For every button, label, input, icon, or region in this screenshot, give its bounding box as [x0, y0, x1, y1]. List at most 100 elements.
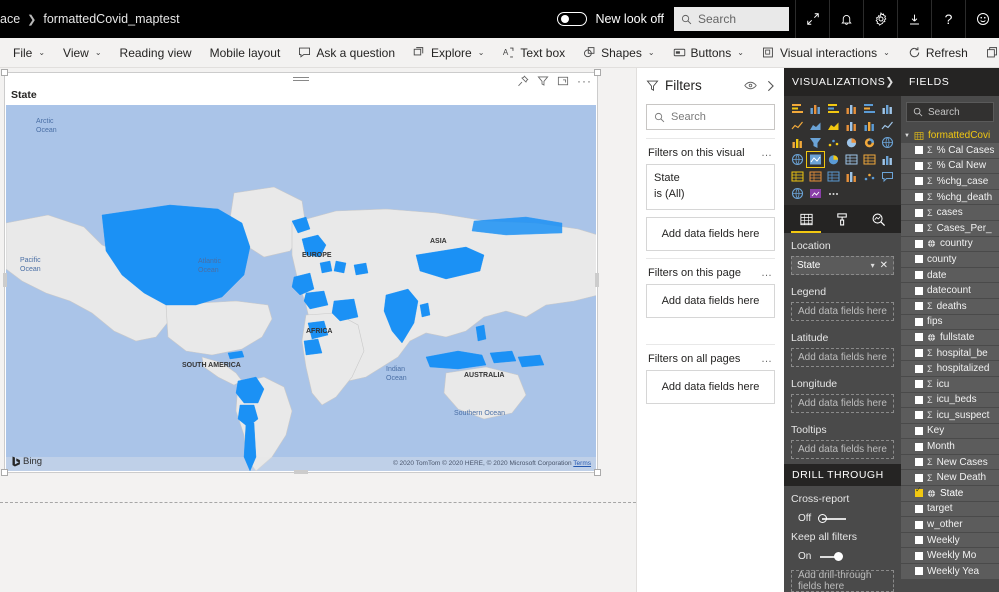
clustered-column-chart-icon[interactable] — [843, 101, 860, 116]
resize-handle-bottom[interactable] — [294, 470, 308, 474]
100-stacked-column-chart-icon[interactable] — [879, 101, 896, 116]
collapse-chevron-icon[interactable]: ❯ — [885, 76, 894, 88]
matrix-icon[interactable] — [825, 169, 842, 184]
tool-visual-interactions[interactable]: Visual interactions ⌄ — [753, 38, 899, 67]
field-checkbox[interactable] — [915, 442, 923, 451]
pin-icon[interactable] — [517, 75, 529, 87]
map-visual-container[interactable]: ··· State Arctic Ocean Pacific Ocean Atl… — [1, 69, 601, 476]
field-item-key[interactable]: Key — [901, 423, 999, 440]
field-checkbox[interactable] — [915, 551, 923, 560]
more-options-icon[interactable]: … — [761, 147, 773, 159]
field-checkbox[interactable] — [915, 224, 923, 233]
expand-triangle-icon[interactable]: ▼ — [904, 133, 910, 139]
field-checkbox[interactable] — [915, 146, 923, 155]
close-icon[interactable]: ✕ — [880, 260, 888, 271]
field-checkbox[interactable] — [915, 193, 923, 202]
field-checkbox[interactable] — [915, 161, 923, 170]
field-checkbox[interactable] — [915, 473, 923, 482]
bing-map[interactable]: Arctic Ocean Pacific Ocean Atlantic Ocea… — [6, 105, 596, 471]
filters-search-input[interactable]: Search — [646, 104, 775, 130]
filter-card-state[interactable]: State is (All) — [646, 164, 775, 210]
drag-handle-icon[interactable] — [293, 77, 309, 84]
stacked-bar-chart-icon[interactable] — [789, 101, 806, 116]
field-checkbox[interactable] — [915, 426, 923, 435]
bell-icon[interactable] — [829, 0, 863, 38]
filters-all-pages-dropzone[interactable]: Add data fields here — [646, 369, 775, 404]
tool-explore[interactable]: Explore ⌄ — [404, 38, 493, 67]
pie-chart-icon[interactable] — [843, 135, 860, 150]
menu-reading-view[interactable]: Reading view — [111, 38, 201, 67]
100-stacked-bar-chart-icon[interactable] — [861, 101, 878, 116]
field-checkbox[interactable] — [915, 317, 923, 326]
filled-map-icon[interactable] — [806, 151, 825, 168]
eye-icon[interactable] — [744, 81, 757, 90]
new-look-switch-icon[interactable] — [557, 12, 588, 26]
field-item-month[interactable]: Month — [901, 439, 999, 455]
well-dropzone-latitude[interactable]: Add data fields here — [791, 348, 894, 367]
field-item-cal-new[interactable]: Σ% Cal New — [901, 158, 999, 175]
filters-page-dropzone[interactable]: Add data fields here — [646, 283, 775, 318]
tool-text-box[interactable]: A Text box — [493, 38, 574, 67]
q-and-a-icon[interactable] — [879, 169, 896, 184]
stacked-column-chart-icon[interactable] — [807, 101, 824, 116]
filters-visual-dropzone[interactable]: Add data fields here — [646, 216, 775, 251]
field-checkbox[interactable] — [915, 395, 923, 404]
field-checkbox[interactable] — [915, 349, 923, 358]
field-item-w-other[interactable]: w_other — [901, 517, 999, 533]
ribbon-chart-icon[interactable] — [879, 118, 896, 133]
resize-handle-right[interactable] — [595, 272, 599, 287]
field-item-fullstate[interactable]: fullstate — [901, 330, 999, 346]
tool-duplicate-page[interactable]: Duplicate this page — [977, 38, 999, 67]
funnel-chart-icon[interactable] — [807, 135, 824, 150]
field-checkbox[interactable] — [915, 302, 923, 311]
resize-handle-bottom-left[interactable] — [1, 469, 8, 476]
resize-handle-left[interactable] — [3, 272, 7, 287]
well-dropzone-legend[interactable]: Add data fields here — [791, 302, 894, 321]
field-checkbox[interactable] — [915, 486, 923, 498]
gear-icon[interactable] — [863, 0, 897, 38]
field-checkbox[interactable] — [915, 271, 923, 280]
field-item-state[interactable]: State — [901, 486, 999, 502]
resize-handle-bottom-right[interactable] — [594, 469, 601, 476]
field-item-deaths[interactable]: Σdeaths — [901, 298, 999, 315]
tool-refresh[interactable]: Refresh — [899, 38, 977, 67]
field-item-hospitalized[interactable]: Σhospitalized — [901, 361, 999, 377]
cross-report-toggle[interactable] — [818, 514, 847, 524]
line-chart-icon[interactable] — [789, 118, 806, 133]
format-tab[interactable] — [827, 207, 857, 233]
gauge-icon[interactable] — [825, 152, 842, 167]
multi-row-card-icon[interactable] — [861, 152, 878, 167]
focus-mode-icon[interactable] — [557, 75, 569, 87]
field-item-cal-cases[interactable]: Σ% Cal Cases — [901, 143, 999, 159]
field-item-date[interactable]: date — [901, 267, 999, 284]
field-item-icu[interactable]: Σicu — [901, 376, 999, 393]
feedback-icon[interactable] — [965, 0, 999, 38]
field-checkbox[interactable] — [915, 411, 923, 420]
search-input[interactable]: Search — [674, 7, 789, 31]
visual-type-gallery[interactable] — [784, 96, 901, 205]
field-item-chg-case[interactable]: Σ %chg_case — [901, 174, 999, 190]
field-item-new-cases[interactable]: Σ New Cases — [901, 454, 999, 471]
chevron-down-icon[interactable]: ▾ — [871, 261, 875, 270]
field-checkbox[interactable] — [915, 536, 923, 545]
more-visuals-icon[interactable] — [825, 186, 842, 201]
analytics-tab[interactable] — [864, 207, 894, 233]
field-item-icu-beds[interactable]: Σicu_beds — [901, 392, 999, 409]
well-chip-state[interactable]: State ▾ ✕ — [791, 256, 894, 275]
scatter-chart-icon[interactable] — [825, 135, 842, 150]
field-checkbox[interactable] — [915, 504, 923, 513]
keep-all-filters-toggle[interactable] — [818, 552, 846, 562]
field-checkbox[interactable] — [915, 177, 923, 186]
field-checkbox[interactable] — [915, 333, 923, 342]
field-item-county[interactable]: county — [901, 252, 999, 268]
field-item-new-death[interactable]: Σ New Death — [901, 470, 999, 487]
map-icon[interactable] — [789, 152, 806, 167]
field-checkbox[interactable] — [915, 286, 923, 295]
resize-handle-top-right[interactable] — [594, 69, 601, 76]
menu-file[interactable]: File ⌄ — [4, 38, 54, 67]
line-clustered-column-icon[interactable] — [861, 118, 878, 133]
download-icon[interactable] — [897, 0, 931, 38]
field-item-target[interactable]: target — [901, 501, 999, 518]
clustered-bar-chart-icon[interactable] — [825, 101, 842, 116]
table-icon[interactable] — [807, 169, 824, 184]
